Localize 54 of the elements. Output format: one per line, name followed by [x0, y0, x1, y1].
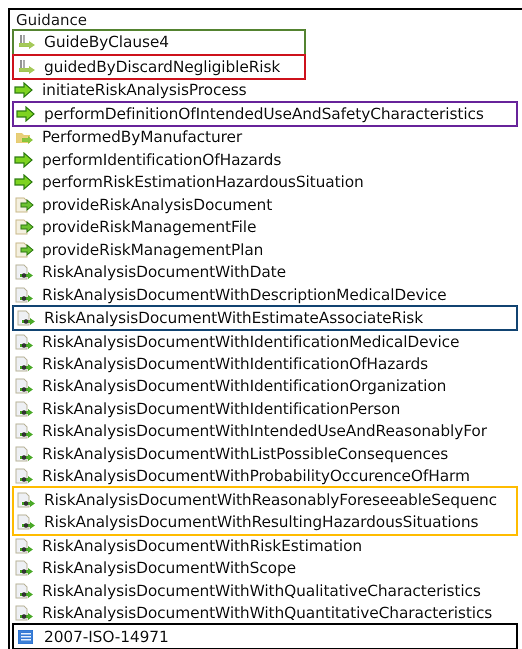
tree-item[interactable]: RiskAnalysisDocumentWithListPossibleConsequences [12, 442, 522, 465]
tree-item[interactable]: RiskAnalysisDocumentWithIdentificationPerson [12, 398, 522, 420]
document-arrow-icon [14, 196, 34, 213]
document-icon [14, 286, 34, 302]
arrow-icon [16, 34, 36, 50]
document-icon [14, 334, 34, 350]
tree-item[interactable]: RiskAnalysisDocumentWithDate [12, 260, 522, 284]
document-icon [14, 378, 34, 394]
document-icon [14, 423, 34, 440]
list-icon [16, 628, 36, 645]
tree-item[interactable]: RiskAnalysisDocumentWithWithQuantitativeCharacteristics [12, 602, 522, 624]
tree-item[interactable]: RiskAnalysisDocumentWithEstimateAssociateRisk [14, 306, 516, 330]
panel-title: Guidance [15, 10, 88, 30]
document-arrow-icon [14, 242, 34, 258]
tree-item[interactable]: RiskAnalysisDocumentWithReasonablyForeseeableSequenc [14, 488, 516, 511]
tree-item[interactable]: RiskAnalysisDocumentWithIdentificationMedicalDevice [12, 330, 522, 353]
document-icon [16, 310, 36, 326]
arrow-icon [16, 58, 36, 75]
document-icon [14, 582, 34, 599]
document-icon [14, 264, 34, 280]
document-icon [16, 492, 36, 508]
document-icon [16, 514, 36, 530]
document-icon [14, 468, 34, 484]
tree-item[interactable]: RiskAnalysisDocumentWithProbabilityOccurenceOfHarm [12, 464, 522, 488]
document-icon [14, 446, 34, 462]
tree-item[interactable]: RiskAnalysisDocumentWithIntendedUseAndReasonablyFor [12, 420, 522, 442]
tree-item[interactable]: performRiskEstimationHazardousSituation [12, 171, 522, 194]
document-icon [14, 400, 34, 417]
tree-item[interactable]: RiskAnalysisDocumentWithScope [12, 557, 522, 580]
document-icon [14, 538, 34, 554]
tree-item[interactable]: RiskAnalysisDocumentWithIdentificationOrganization [12, 375, 522, 398]
document-icon [14, 356, 34, 372]
arrow-icon [16, 106, 36, 122]
tree-item[interactable]: performIdentificationOfHazards [12, 148, 522, 172]
arrow-icon [14, 152, 34, 168]
document-icon [14, 560, 34, 576]
tree-item[interactable]: RiskAnalysisDocumentWithWithQualitativeCharacteristics [12, 579, 522, 602]
arrow-icon [14, 174, 34, 190]
tree-item[interactable]: GuideByClause4 [14, 31, 304, 54]
tree-item[interactable]: performDefinitionOfIntendedUseAndSafetyCharacteristics [14, 102, 516, 126]
tree-item[interactable]: provideRiskManagementPlan [12, 238, 522, 261]
tree-item[interactable]: provideRiskManagementFile [12, 216, 522, 238]
tree-item[interactable]: RiskAnalysisDocumentWithResultingHazardousSituations [14, 510, 516, 534]
tree-item[interactable]: RiskAnalysisDocumentWithDescriptionMedicalDevice [12, 283, 522, 306]
tree-item[interactable]: RiskAnalysisDocumentWithRiskEstimation [12, 534, 522, 557]
document-arrow-icon [14, 219, 34, 236]
tree-item[interactable]: provideRiskAnalysisDocument [12, 194, 522, 216]
tree-item[interactable]: RiskAnalysisDocumentWithIdentificationOfHazards [12, 352, 522, 376]
document-icon [14, 605, 34, 622]
arrow-icon [14, 82, 34, 98]
tree-item[interactable]: PerformedByManufacturer [12, 126, 522, 149]
tree-item[interactable]: 2007-ISO-14971 [14, 625, 516, 648]
tree-item[interactable]: initiateRiskAnalysisProcess [12, 79, 522, 102]
tree-item[interactable]: guidedByDiscardNegligibleRisk [14, 56, 304, 78]
